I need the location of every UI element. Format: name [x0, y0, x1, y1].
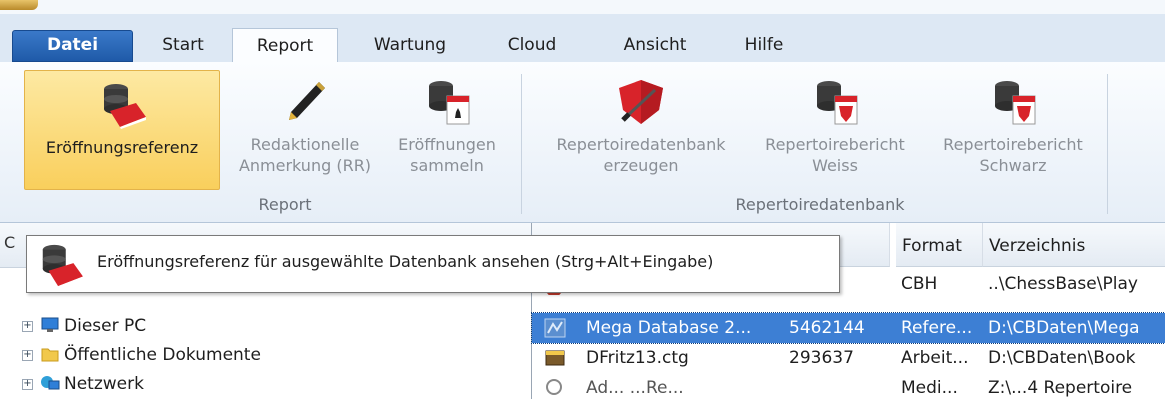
- create-repertoire-db-label-2: erzeugen: [603, 156, 679, 175]
- row-directory: ..\ChessBase\Play: [988, 274, 1138, 294]
- row-directory: Z:\...4 Repertoire: [988, 378, 1133, 398]
- row-count: 293637: [789, 348, 854, 368]
- tab-start[interactable]: Start: [148, 28, 218, 62]
- tab-ansicht[interactable]: Ansicht: [610, 28, 700, 62]
- database-book-icon: [104, 84, 146, 129]
- create-repertoire-db-button[interactable]: Repertoiredatenbank erzeugen: [537, 68, 745, 186]
- network-icon: [41, 376, 60, 390]
- opening-reference-label: Eröffnungsreferenz: [45, 138, 199, 157]
- row-directory: D:\CBDaten\Book: [988, 348, 1136, 368]
- row-directory: D:\CBDaten\Mega: [988, 318, 1140, 338]
- database-shield-report-icon: [817, 81, 858, 125]
- row-name: DFritz13.ctg: [586, 348, 689, 368]
- column-header-format[interactable]: Format: [896, 223, 983, 267]
- collect-openings-label-2: sammeln: [410, 156, 484, 175]
- editorial-annotation-button[interactable]: Redaktionelle Anmerkung (RR): [230, 68, 380, 186]
- row-format: Arbeit...: [901, 348, 969, 368]
- database-shield-report-icon: [995, 81, 1036, 125]
- collect-openings-label-1: Eröffnungen: [398, 135, 496, 154]
- opening-reference-button[interactable]: Eröffnungsreferenz: [24, 70, 220, 190]
- row-format: CBH: [901, 274, 938, 294]
- table-row[interactable]: DFritz13.ctg 293637 Arbeit... D:\CBDaten…: [532, 343, 1165, 373]
- title-strip: [0, 0, 1165, 14]
- row-name: Ad... ...Re...: [586, 378, 684, 398]
- expand-icon[interactable]: +: [22, 379, 33, 390]
- create-repertoire-db-label-1: Repertoiredatenbank: [556, 135, 726, 154]
- tab-hilfe[interactable]: Hilfe: [734, 28, 794, 62]
- tree-item-label: Netzwerk: [64, 374, 144, 394]
- tab-report[interactable]: Report: [232, 28, 338, 65]
- folder-icon: [41, 348, 59, 362]
- repertoire-report-black-label-1: Repertoirebericht: [943, 135, 1083, 154]
- expand-icon[interactable]: +: [22, 321, 33, 332]
- row-format: Medi...: [901, 378, 958, 398]
- collect-openings-button[interactable]: Eröffnungen sammeln: [383, 68, 511, 186]
- opening-book-icon: [545, 350, 565, 366]
- app-logo: [0, 0, 38, 10]
- shield-sword-icon: [619, 80, 663, 124]
- editorial-annotation-label-1: Redaktionelle: [250, 135, 360, 154]
- tree-item-label: Dieser PC: [64, 316, 147, 336]
- database-book-icon: [42, 244, 83, 288]
- editorial-annotation-label-2: Anmerkung (RR): [238, 156, 372, 175]
- ribbon-tab-bar: Datei Start Report Wartung Cloud Ansicht…: [0, 14, 1165, 65]
- group-separator: [521, 74, 522, 214]
- column-header-directory-label: Verzeichnis: [989, 236, 1086, 256]
- group-separator: [1107, 74, 1108, 214]
- mega-database-icon: [544, 318, 566, 338]
- tab-datei[interactable]: Datei: [12, 30, 133, 62]
- ribbon-panel: Eröffnungsreferenz Redaktionelle Anmerku…: [0, 62, 1165, 223]
- expand-icon[interactable]: +: [22, 350, 33, 361]
- repertoire-report-black-button[interactable]: Repertoirebericht Schwarz: [925, 68, 1101, 186]
- tab-cloud[interactable]: Cloud: [492, 28, 572, 62]
- folder-tree-header-label: C: [4, 233, 16, 252]
- media-icon: [546, 379, 562, 395]
- column-header-format-label: Format: [902, 236, 962, 256]
- group-label-report: Report: [258, 195, 312, 214]
- repertoire-report-black-label-2: Schwarz: [979, 156, 1047, 175]
- computer-icon: [41, 317, 59, 332]
- repertoire-report-white-label-1: Repertoirebericht: [765, 135, 905, 154]
- tooltip-text: Eröffnungsreferenz für ausgewählte Daten…: [97, 252, 714, 271]
- table-row-selected[interactable]: Mega Database 2... 5462144 Refere... D:\…: [531, 312, 1165, 344]
- tree-item-label: Öffentliche Dokumente: [64, 345, 261, 365]
- database-report-icon: [429, 81, 470, 125]
- tab-wartung[interactable]: Wartung: [360, 28, 460, 62]
- row-count: 5462144: [789, 318, 865, 338]
- row-format: Refere...: [901, 318, 973, 338]
- pen-icon: [289, 82, 325, 120]
- repertoire-report-white-label-2: Weiss: [812, 156, 858, 175]
- repertoire-report-white-button[interactable]: Repertoirebericht Weiss: [747, 68, 923, 186]
- group-label-repertoire-db: Repertoiredatenbank: [735, 195, 905, 214]
- row-name: Mega Database 2...: [586, 318, 752, 338]
- tooltip: Eröffnungsreferenz für ausgewählte Daten…: [26, 235, 840, 293]
- column-header-directory[interactable]: Verzeichnis: [983, 223, 1165, 267]
- table-row[interactable]: Ad... ...Re... Medi... Z:\...4 Repertoir…: [532, 373, 1165, 399]
